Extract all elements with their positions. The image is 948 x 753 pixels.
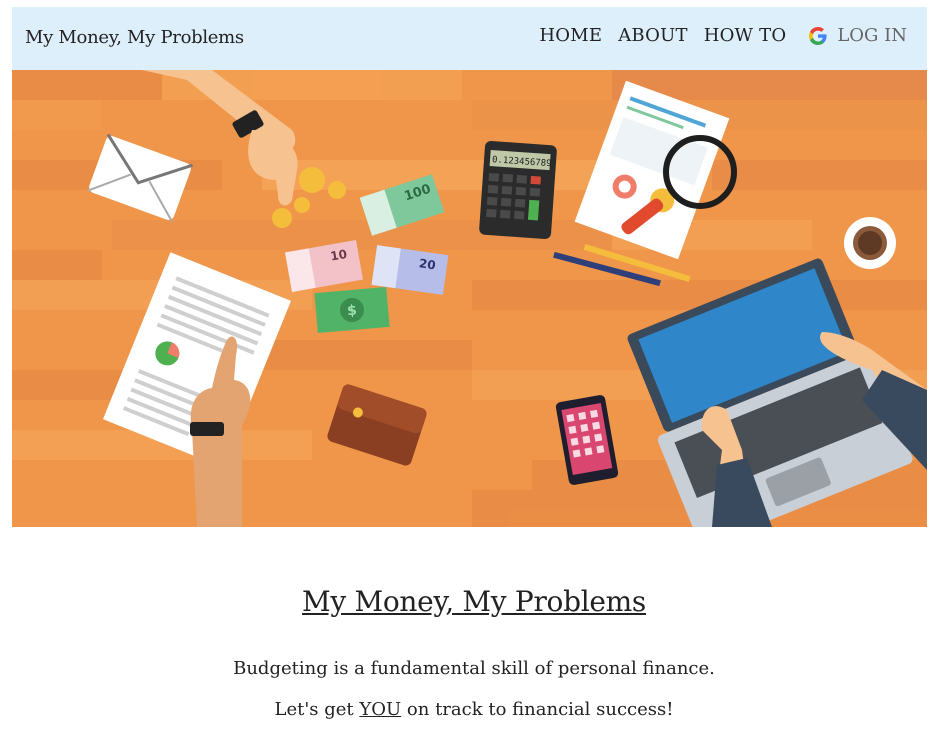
svg-text:$: $ — [346, 303, 357, 320]
calculator-icon: 0.123456789 — [479, 141, 557, 239]
google-g-icon — [809, 26, 827, 45]
login-button[interactable]: LOG IN — [808, 25, 907, 46]
intro-line: Budgeting is a fundamental skill of pers… — [233, 658, 715, 679]
brand-link[interactable]: My Money, My Problems — [25, 27, 244, 48]
banknote-20-label: 20 — [418, 256, 436, 272]
dollar-bill: $ — [314, 286, 390, 334]
banknote-10-label: 10 — [329, 247, 348, 264]
tagline-emphasis: YOU — [359, 699, 402, 720]
tagline-prefix: Let's get — [274, 699, 360, 720]
tagline: Let's get YOU on track to financial succ… — [0, 699, 948, 720]
tagline-suffix: on track to financial success! — [401, 699, 674, 720]
main-content: My Money, My Problems Budgeting is a fun… — [0, 585, 948, 720]
nav-links: HOME ABOUT HOW TO LOG IN — [523, 25, 907, 46]
navbar: My Money, My Problems HOME ABOUT HOW TO … — [12, 7, 927, 70]
login-label: LOG IN — [837, 25, 907, 46]
page-title: My Money, My Problems — [302, 585, 646, 618]
coffee-cup-icon — [844, 217, 896, 269]
hero-illustration: 100 10 20 $ 0.123456789 — [12, 70, 927, 527]
nav-home-link[interactable]: HOME — [539, 25, 602, 46]
nav-howto-link[interactable]: HOW TO — [704, 25, 787, 46]
desk-scene: 100 10 20 $ 0.123456789 — [12, 70, 927, 527]
nav-about-link[interactable]: ABOUT — [618, 25, 688, 46]
